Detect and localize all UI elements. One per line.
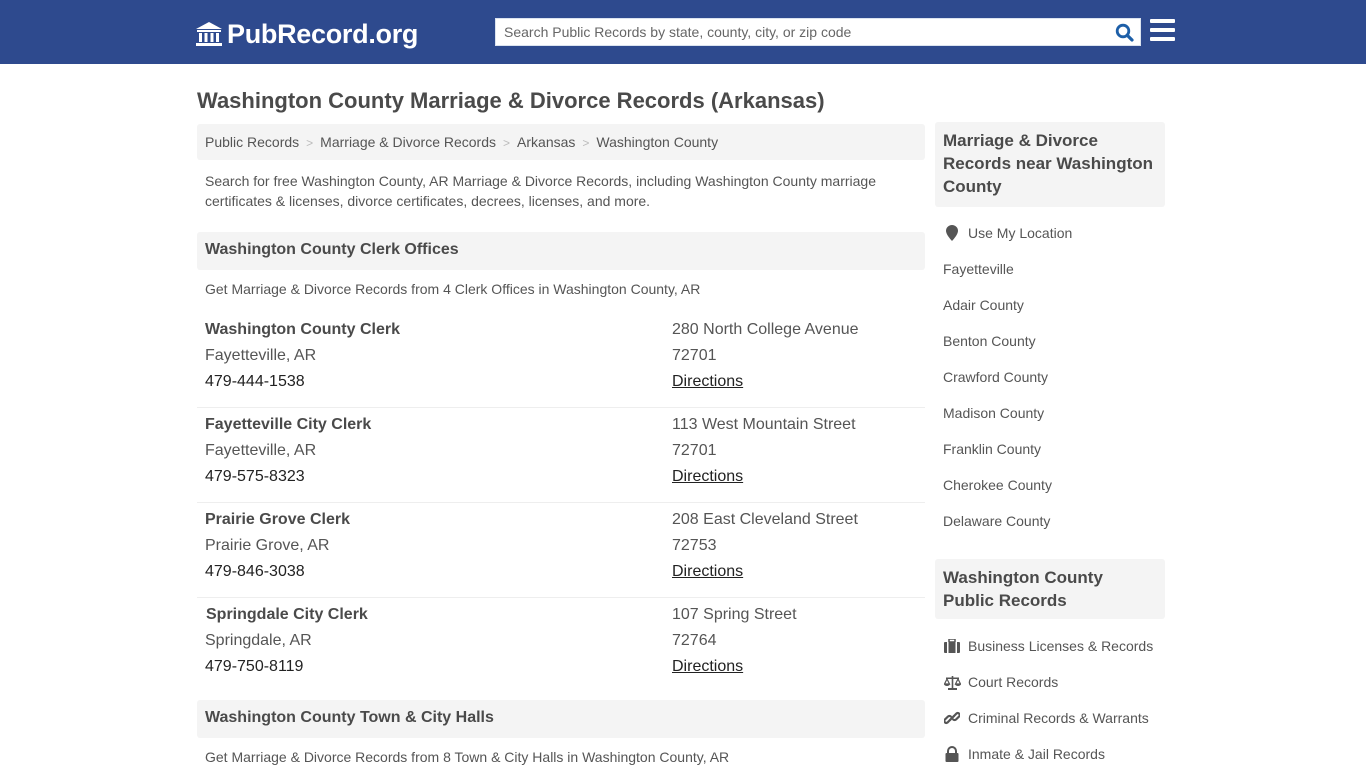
top-navbar: PubRecord.org (0, 0, 1366, 64)
map-marker-icon (943, 225, 961, 241)
breadcrumb-item[interactable]: Arkansas (517, 134, 575, 150)
site-logo[interactable]: PubRecord.org (195, 18, 418, 50)
breadcrumb: Public Records > Marriage & Divorce Record… (197, 124, 925, 160)
search-icon (1115, 23, 1134, 42)
breadcrumb-separator: > (503, 136, 511, 150)
office-address: 280 North College Avenue (672, 321, 859, 338)
breadcrumb-item[interactable]: Public Records (205, 134, 299, 150)
breadcrumb-item-current[interactable]: Washington County (596, 134, 718, 150)
nearby-link[interactable]: Fayetteville (943, 261, 1014, 277)
office-phone[interactable]: 479-750-8119 (205, 658, 303, 676)
courthouse-icon (196, 22, 222, 46)
office-listing: Prairie Grove Clerk Prairie Grove, AR 47… (197, 503, 925, 598)
nearby-link[interactable]: Crawford County (943, 369, 1048, 385)
nearby-link[interactable]: Cherokee County (943, 477, 1052, 493)
directions-link[interactable]: Directions (672, 658, 743, 676)
search-box (495, 18, 1141, 46)
public-records-label: Court Records (968, 674, 1059, 690)
office-address: 107 Spring Street (672, 606, 797, 623)
directions-link[interactable]: Directions (672, 563, 743, 581)
directions-link[interactable]: Directions (672, 468, 743, 486)
section-heading-city-halls: Washington County Town & City Halls (197, 700, 925, 738)
office-phone[interactable]: 479-575-8323 (205, 468, 305, 486)
search-input[interactable] (496, 19, 1106, 45)
breadcrumb-item[interactable]: Marriage & Divorce Records (320, 134, 496, 150)
office-name[interactable]: Prairie Grove Clerk (205, 511, 350, 529)
briefcase-icon (943, 638, 961, 654)
office-city: Prairie Grove, AR (205, 537, 330, 554)
office-zip: 72764 (672, 632, 717, 649)
office-city: Fayetteville, AR (205, 442, 317, 459)
office-phone[interactable]: 479-846-3038 (205, 563, 305, 581)
office-name[interactable]: Washington County Clerk (205, 321, 400, 339)
nearby-link[interactable]: Madison County (943, 405, 1044, 421)
search-button[interactable] (1112, 21, 1136, 43)
nearby-link[interactable]: Delaware County (943, 513, 1050, 529)
public-records-link[interactable]: Court Records (943, 674, 1058, 690)
use-my-location-label: Use My Location (968, 225, 1073, 241)
public-records-label: Criminal Records & Warrants (968, 710, 1149, 726)
public-records-link[interactable]: Inmate & Jail Records (943, 746, 1105, 762)
office-listing: Springdale City Clerk Springdale, AR 479… (197, 598, 925, 693)
public-records-label: Business Licenses & Records (968, 638, 1154, 654)
office-address: 208 East Cleveland Street (672, 511, 858, 528)
office-zip: 72753 (672, 537, 717, 554)
office-phone[interactable]: 479-444-1538 (205, 373, 305, 391)
nearby-link[interactable]: Adair County (943, 297, 1024, 313)
breadcrumb-separator: > (582, 136, 590, 150)
page-title: Washington County Marriage & Divorce Rec… (197, 88, 825, 113)
use-my-location-link[interactable]: Use My Location (943, 225, 1072, 241)
section-heading-clerk-offices: Washington County Clerk Offices (197, 232, 925, 270)
intro-text: Search for free Washington County, AR Ma… (205, 173, 877, 209)
office-city: Springdale, AR (205, 632, 312, 649)
office-address: 113 West Mountain Street (672, 416, 856, 433)
lock-icon (943, 746, 961, 762)
section-subtitle: Get Marriage & Divorce Records from 4 Cl… (205, 281, 701, 297)
office-city: Fayetteville, AR (205, 347, 317, 364)
office-name[interactable]: Springdale City Clerk (206, 606, 368, 624)
link-icon (943, 710, 961, 726)
office-listing: Fayetteville City Clerk Fayetteville, AR… (197, 408, 925, 503)
sidebar-heading-public-records: Washington County Public Records (935, 559, 1165, 619)
sidebar-heading-nearby: Marriage & Divorce Records near Washingt… (935, 122, 1165, 207)
nearby-link[interactable]: Franklin County (943, 441, 1041, 457)
breadcrumb-separator: > (306, 136, 314, 150)
scales-icon (943, 674, 961, 690)
office-name[interactable]: Fayetteville City Clerk (205, 416, 371, 434)
public-records-link[interactable]: Business Licenses & Records (943, 638, 1153, 654)
office-zip: 72701 (672, 442, 717, 459)
hamburger-menu-icon[interactable] (1150, 19, 1176, 43)
public-records-link[interactable]: Criminal Records & Warrants (943, 710, 1149, 726)
nearby-link[interactable]: Benton County (943, 333, 1036, 349)
office-listing: Washington County Clerk Fayetteville, AR… (197, 313, 925, 408)
public-records-label: Inmate & Jail Records (968, 746, 1105, 762)
section-subtitle: Get Marriage & Divorce Records from 8 To… (205, 749, 730, 765)
office-zip: 72701 (672, 347, 717, 364)
logo-text: PubRecord.org (227, 19, 419, 49)
directions-link[interactable]: Directions (672, 373, 743, 391)
